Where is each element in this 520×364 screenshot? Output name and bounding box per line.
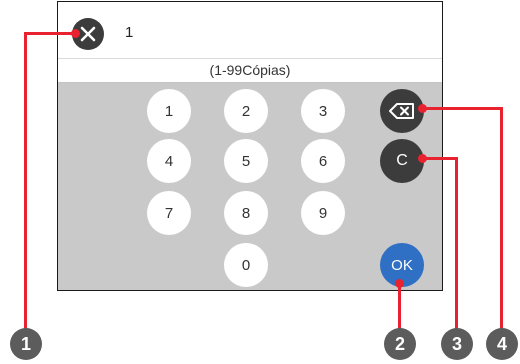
callout-2-line-v — [398, 283, 401, 329]
callout-badge-3: 3 — [441, 328, 473, 360]
range-hint: (1-99Cópias) — [58, 58, 442, 83]
callout-badge-4: 4 — [486, 328, 518, 360]
key-6[interactable]: 6 — [301, 139, 345, 183]
callout-3-line-h — [421, 157, 458, 160]
close-icon — [80, 26, 96, 42]
key-8[interactable]: 8 — [224, 191, 268, 235]
copies-entry-screen: 1 (1-99Cópias) 1 2 3 4 5 6 7 8 9 0 C OK — [57, 1, 443, 291]
callout-4-line-v — [500, 107, 503, 329]
callout-badge-2: 2 — [384, 328, 416, 360]
callout-1-line-h — [24, 32, 74, 35]
clear-button[interactable]: C — [380, 139, 424, 183]
key-4[interactable]: 4 — [147, 139, 191, 183]
callout-1-line-v — [24, 32, 27, 329]
key-0[interactable]: 0 — [224, 243, 268, 287]
key-7[interactable]: 7 — [147, 191, 191, 235]
key-5[interactable]: 5 — [224, 139, 268, 183]
key-3[interactable]: 3 — [301, 89, 345, 133]
key-2[interactable]: 2 — [224, 89, 268, 133]
callout-3-line-v — [455, 157, 458, 329]
top-bar: 1 — [58, 2, 442, 58]
key-9[interactable]: 9 — [301, 191, 345, 235]
numeric-keypad: 1 2 3 4 5 6 7 8 9 0 C OK — [58, 83, 442, 290]
quantity-value: 1 — [125, 24, 134, 41]
backspace-icon — [389, 103, 414, 119]
backspace-button[interactable] — [380, 89, 424, 133]
callout-badge-1: 1 — [10, 328, 42, 360]
callout-4-line-h — [421, 107, 503, 110]
key-1[interactable]: 1 — [147, 89, 191, 133]
